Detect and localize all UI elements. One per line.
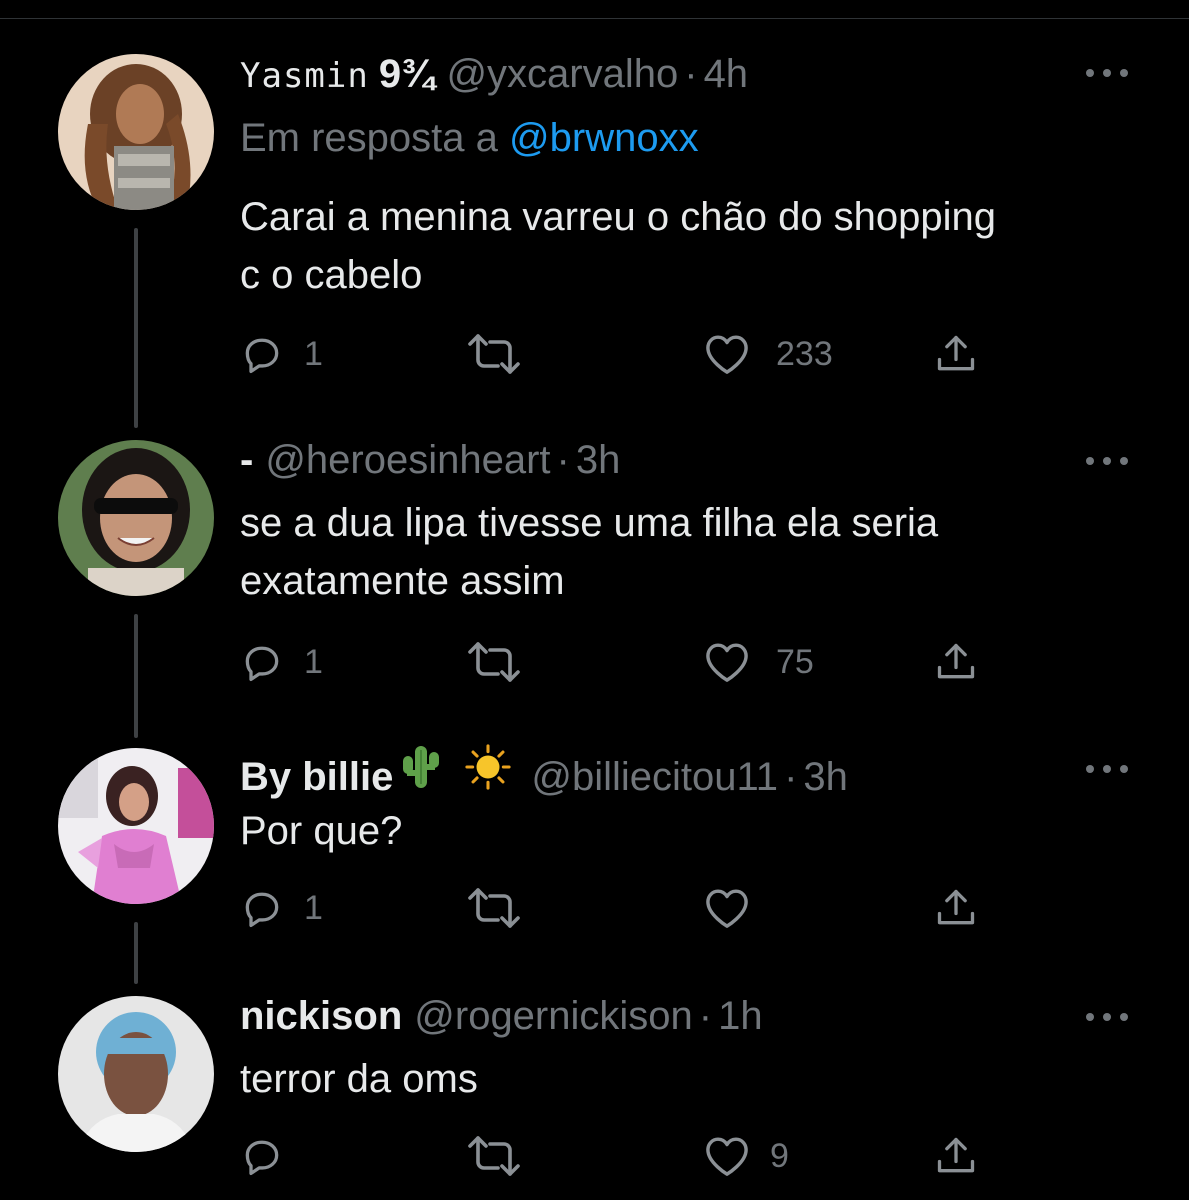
share-icon	[937, 1137, 975, 1173]
tweet-header: nickison @rogernickison · 1h	[240, 992, 763, 1040]
avatar[interactable]	[58, 996, 214, 1152]
retweet-button[interactable]	[466, 1132, 522, 1180]
display-name[interactable]: nickison	[240, 992, 402, 1040]
tweet[interactable]: nickison @rogernickison · 1h terror da o…	[0, 0, 1189, 1200]
heart-icon	[706, 1137, 748, 1176]
reply-icon	[245, 1140, 279, 1176]
tweet-text-line: terror da oms	[240, 1057, 478, 1101]
reply-button[interactable]	[240, 1132, 304, 1180]
timestamp[interactable]: 1h	[718, 992, 763, 1040]
share-button[interactable]	[934, 1132, 978, 1180]
like-count: 9	[770, 1136, 789, 1175]
twitter-thread: Yasmin 9¾ @yxcarvalho · 4h Em resposta a…	[0, 0, 1189, 1200]
tweet-actions: 9	[240, 1132, 1000, 1180]
retweet-icon	[468, 1136, 520, 1176]
tweet-text: terror da oms	[240, 1050, 1140, 1108]
user-handle[interactable]: @rogernickison	[414, 992, 693, 1040]
like-button[interactable]: 9	[704, 1132, 789, 1180]
more-options-icon[interactable]	[1086, 1010, 1128, 1024]
separator-dot: ·	[698, 994, 713, 1038]
